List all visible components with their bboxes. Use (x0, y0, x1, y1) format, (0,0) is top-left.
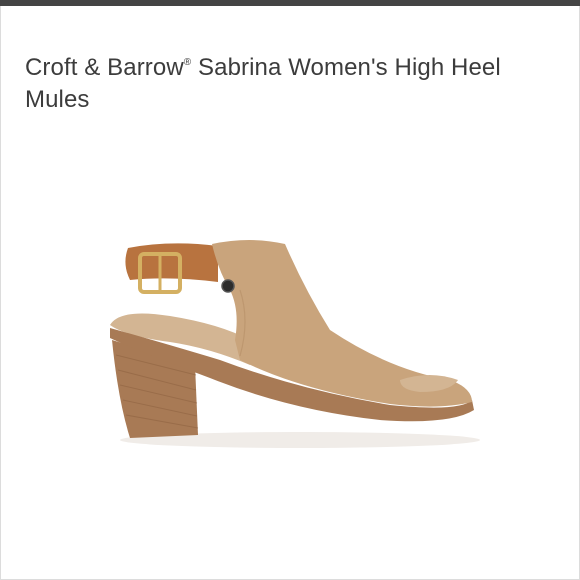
product-title: Croft & Barrow® Sabrina Women's High Hee… (25, 52, 545, 116)
rivet-icon (221, 279, 235, 293)
product-title-brand: Croft & Barrow (25, 54, 184, 81)
shoe-image[interactable] (100, 230, 490, 460)
